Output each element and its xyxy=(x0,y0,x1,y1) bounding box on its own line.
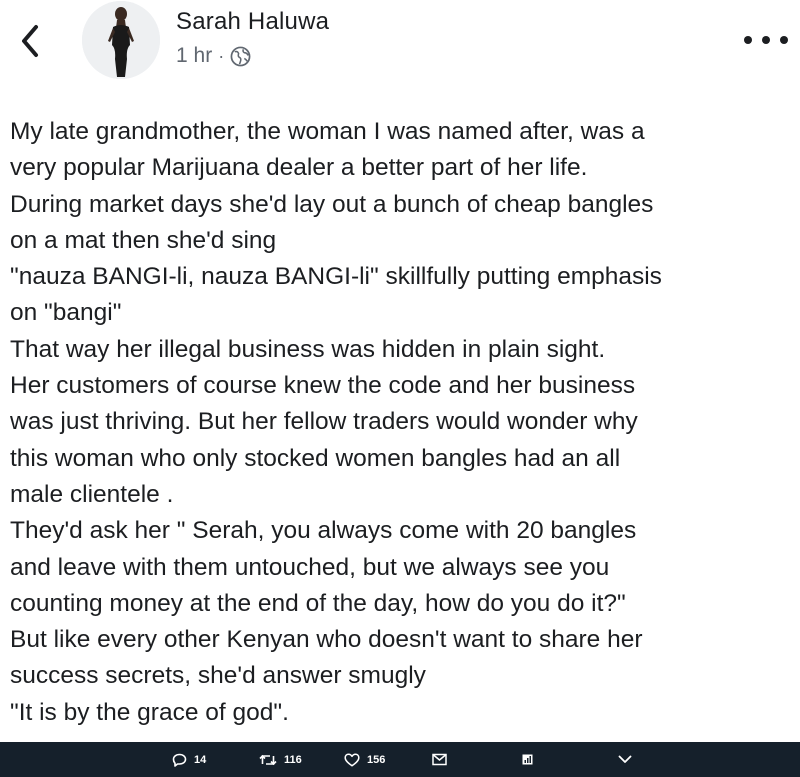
post-line: They'd ask her " Serah, you always come … xyxy=(10,517,637,545)
post-header: Sarah Haluwa 1 hr · xyxy=(0,0,800,100)
post-line: That way her illegal business was hidden… xyxy=(10,335,606,363)
back-button[interactable] xyxy=(16,22,44,60)
reply-count: 14 xyxy=(194,753,207,766)
meta-separator: · xyxy=(218,45,225,66)
heart-icon xyxy=(344,752,360,767)
post-text: My late grandmother, the woman I was nam… xyxy=(10,114,790,731)
post-line: and leave with them untouched, but we al… xyxy=(10,553,610,581)
tweet-action-bar: 14 116 156 xyxy=(0,742,800,777)
reply-icon xyxy=(172,753,187,767)
post-line: "It is by the grace of god". xyxy=(10,698,289,726)
reply-button[interactable]: 14 xyxy=(172,742,206,777)
like-count: 156 xyxy=(367,753,386,766)
more-dots-icon[interactable] xyxy=(744,26,788,54)
post-line: "nauza BANGI-li, nauza BANGI-li" skillfu… xyxy=(10,263,662,291)
post-line: counting money at the end of the day, ho… xyxy=(10,589,626,617)
retweet-count: 116 xyxy=(284,753,302,766)
post-view: Sarah Haluwa 1 hr · My late grandmother,… xyxy=(0,0,800,777)
post-line: Her customers of course knew the code an… xyxy=(10,372,636,400)
chevron-down-icon xyxy=(618,755,632,763)
post-line: on "bangi" xyxy=(10,299,122,327)
analytics-button[interactable] xyxy=(522,742,533,777)
post-line: My late grandmother, the woman I was nam… xyxy=(10,118,645,145)
dot-3 xyxy=(780,36,788,44)
retweet-icon xyxy=(259,754,277,765)
like-button[interactable]: 156 xyxy=(344,742,385,777)
expand-button[interactable] xyxy=(618,742,632,777)
post-line: this woman who only stocked women bangle… xyxy=(10,444,621,472)
direct-message-button[interactable] xyxy=(432,742,447,777)
post-meta: 1 hr · xyxy=(176,44,251,68)
envelope-icon xyxy=(432,753,447,766)
post-line: During market days she'd lay out a bunch… xyxy=(10,190,654,218)
globe-icon[interactable] xyxy=(230,46,251,67)
dot-1 xyxy=(744,36,752,44)
dot-2 xyxy=(762,36,770,44)
analytics-icon xyxy=(522,754,533,765)
post-line: was just thriving. But her fellow trader… xyxy=(10,408,638,436)
post-line: male clientele . xyxy=(10,480,174,508)
author-name[interactable]: Sarah Haluwa xyxy=(176,8,329,36)
post-line: on a mat then she'd sing xyxy=(10,226,277,254)
author-photo xyxy=(82,1,160,79)
chevron-left-icon xyxy=(22,25,38,57)
post-line: very popular Marijuana dealer a better p… xyxy=(10,154,588,182)
post-line: But like every other Kenyan who doesn't … xyxy=(10,626,643,654)
post-time[interactable]: 1 hr xyxy=(176,44,212,68)
post-line: success secrets, she'd answer smugly xyxy=(10,662,426,690)
avatar[interactable] xyxy=(82,1,160,79)
retweet-button[interactable]: 116 xyxy=(259,742,302,777)
